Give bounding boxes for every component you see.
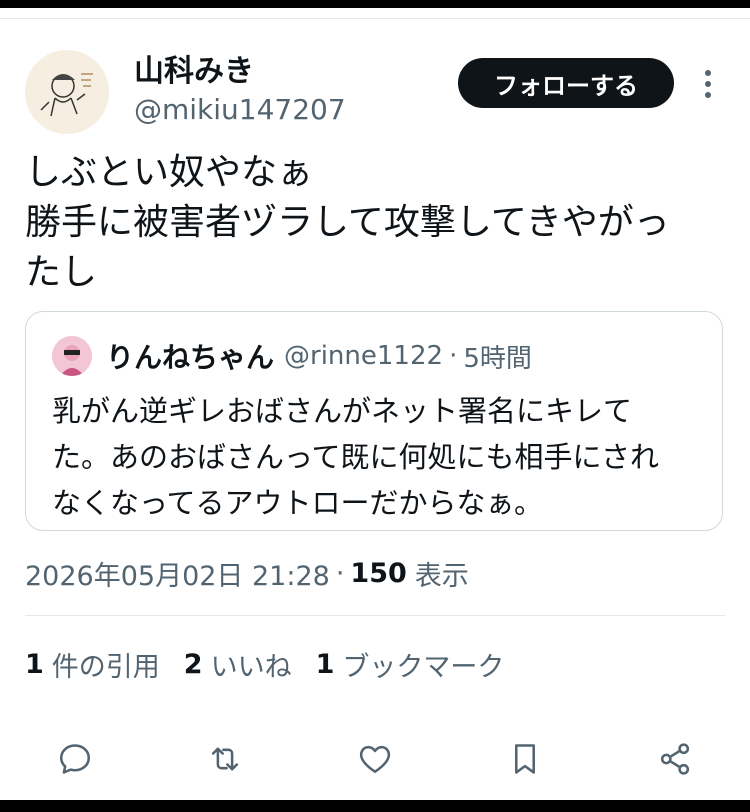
heart-icon [359, 745, 391, 773]
like-button[interactable] [350, 734, 400, 784]
quoted-handle[interactable]: @rinne1122 [284, 341, 443, 371]
quoted-header: りんねちゃん @rinne1122 · 5時間 [106, 336, 532, 376]
reply-button[interactable] [50, 734, 100, 784]
stat-count: 1 [315, 648, 335, 680]
share-button[interactable] [650, 734, 700, 784]
quoted-text: 乳がん逆ギレおばさんがネット署名にキレて た。あのおばさんって既に何処にも相手に… [52, 394, 659, 520]
author-display-name[interactable]: 山科みき [134, 52, 254, 92]
stat-bookmarks[interactable]: 1 ブックマーク [316, 645, 505, 684]
reply-icon [59, 744, 91, 774]
stat-label: ブックマーク [342, 651, 505, 683]
tweet-meta: 2026年05月02日 21:28 · 150 表示 [25, 551, 469, 595]
quoted-avatar-image [52, 336, 92, 376]
retweet-button[interactable] [200, 734, 250, 784]
tweet-text: しぶとい奴やなぁ 勝手に被害者ヅラして攻撃してきやがっ たし [25, 152, 670, 293]
views-label: 表示 [414, 560, 469, 592]
engagement-stats: 1 件の引用 2 いいね 1 ブックマーク [25, 642, 528, 686]
author-handle[interactable]: @mikiu147207 [134, 92, 346, 128]
quoted-separator: · [449, 341, 458, 371]
quoted-author-avatar[interactable] [52, 336, 92, 376]
avatar-illustration [25, 50, 109, 134]
quoted-tweet[interactable]: りんねちゃん @rinne1122 · 5時間 乳がん逆ギレおばさんがネット署名… [25, 311, 723, 531]
meta-separator: · [335, 557, 345, 589]
tweet-detail: 山科みき @mikiu147207 フォローする しぶとい奴やなぁ 勝手に被害者… [0, 8, 750, 800]
action-bar [0, 734, 750, 784]
share-icon [660, 743, 690, 775]
stat-label: いいね [210, 651, 292, 683]
stat-label: 件の引用 [51, 651, 160, 683]
follow-button[interactable]: フォローする [458, 58, 674, 108]
more-options-button[interactable] [696, 66, 720, 102]
views-count: 150 [350, 557, 407, 589]
retweet-icon [211, 747, 239, 771]
stats-divider [25, 615, 725, 616]
stat-count: 1 [25, 648, 44, 680]
top-divider [0, 18, 750, 19]
stat-quotes[interactable]: 1 件の引用 [25, 645, 160, 684]
bookmark-icon [515, 744, 535, 774]
quoted-display-name[interactable]: りんねちゃん [106, 336, 274, 376]
bookmark-button[interactable] [500, 734, 550, 784]
quoted-time[interactable]: 5時間 [463, 338, 532, 375]
more-vertical-icon [705, 70, 711, 98]
author-avatar[interactable] [25, 50, 109, 134]
stat-count: 2 [183, 648, 203, 680]
tweet-timestamp[interactable]: 2026年05月02日 21:28 [25, 554, 330, 593]
stat-likes[interactable]: 2 いいね [184, 645, 292, 684]
